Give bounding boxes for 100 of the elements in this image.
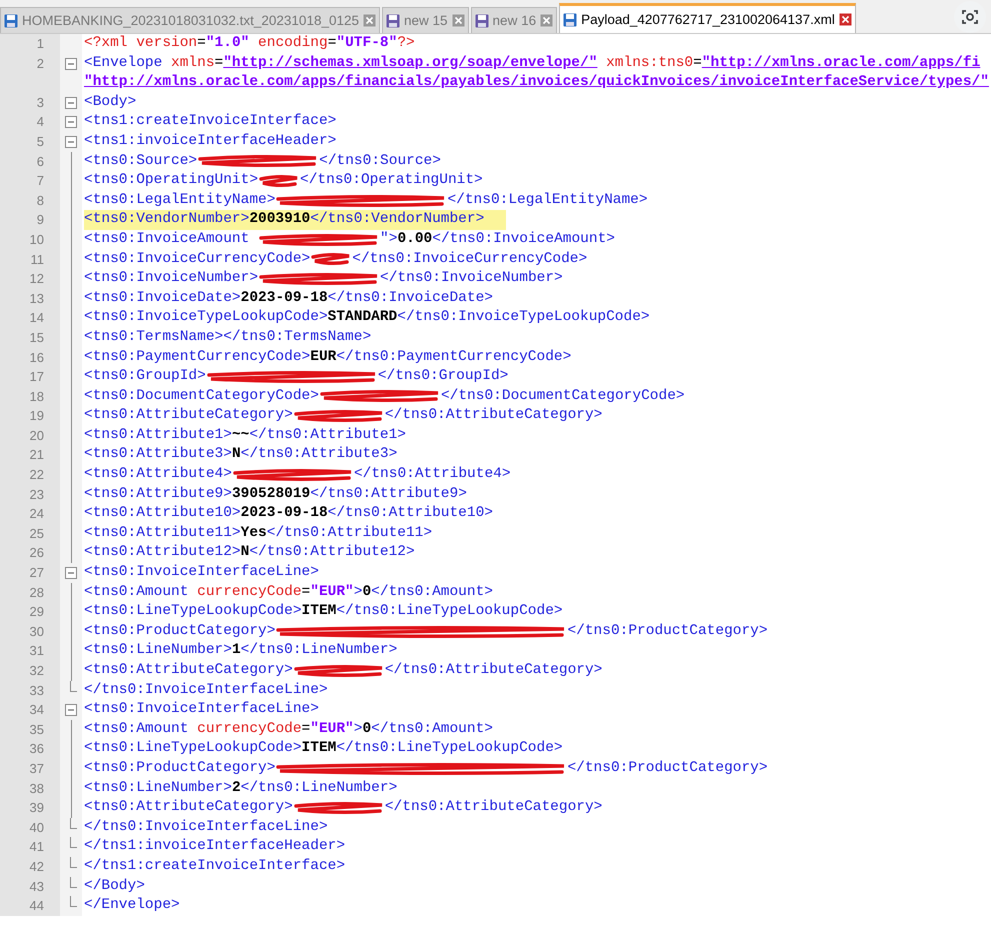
- file-tab[interactable]: new 15: [382, 7, 469, 33]
- xml-tag: </Envelope>: [84, 896, 180, 916]
- close-icon[interactable]: [540, 14, 554, 27]
- fold-toggle-icon[interactable]: [65, 704, 77, 716]
- xml-tag: <tns0:InvoiceNumber>: [84, 269, 258, 289]
- xml-tag: </tns0:AttributeCategory>: [384, 661, 602, 681]
- xml-tag: <tns0:LineTypeLookupCode>: [84, 602, 302, 622]
- fold-end-line: [70, 818, 77, 829]
- xml-tag: </tns0:LineNumber>: [240, 641, 398, 661]
- line-number: 40: [30, 820, 44, 835]
- line-number: 15: [30, 330, 44, 345]
- xml-tag: </tns0:Amount>: [371, 582, 493, 602]
- xml-tag: </tns0:OperatingUnit>: [300, 171, 483, 191]
- xml-tag: </tns0:Attribute12>: [249, 543, 415, 564]
- line-number: 13: [30, 290, 44, 306]
- line-number: 16: [30, 350, 44, 364]
- line-number: 6: [36, 154, 44, 169]
- fold-toggle-icon[interactable]: [65, 136, 77, 148]
- element-value: N: [232, 445, 241, 464]
- xml-tag: <tns0:Attribute11>: [84, 524, 241, 544]
- fold-end-line: [70, 856, 77, 868]
- attribute-name: currencyCode: [197, 582, 302, 602]
- element-value: ITEM: [302, 602, 336, 622]
- element-value: 1: [232, 641, 241, 660]
- xml-tag: >: [354, 720, 362, 740]
- url-value: "http://schemas.xmlsoap.org/soap/envelope/": [223, 54, 598, 73]
- xml-tag: <tns1:invoiceInterfaceHeader>: [84, 132, 336, 152]
- attribute-value: "EUR": [310, 582, 354, 602]
- line-number: 11: [30, 252, 44, 267]
- xml-tag: </tns0:Amount>: [371, 720, 493, 740]
- line-number: 3: [36, 94, 44, 110]
- close-icon[interactable]: [452, 14, 465, 27]
- xml-tag: <tns0:ProductCategory>: [84, 622, 276, 642]
- close-icon[interactable]: [838, 13, 852, 26]
- xml-tag: </tns0:Source>: [319, 152, 441, 172]
- equals-sign: =: [302, 720, 310, 739]
- fold-end-line: [70, 896, 77, 908]
- xml-tag: <tns0:AttributeCategory>: [84, 661, 293, 681]
- xml-tag: </tns0:Attribute3>: [240, 445, 398, 466]
- xml-tag: </tns0:PaymentCurrencyCode>: [336, 348, 572, 368]
- file-tab[interactable]: Payload_4207762717_231002064137.xml: [559, 3, 856, 33]
- xml-tag: <tns0:Attribute12>: [84, 543, 241, 564]
- line-number: 12: [30, 271, 44, 286]
- equals-sign: =: [693, 54, 702, 73]
- attribute-name: currencyCode: [197, 720, 302, 739]
- xml-tag: </tns0:InvoiceInterfaceLine>: [84, 818, 328, 838]
- line-number: 33: [30, 682, 44, 698]
- xml-declaration: ?>: [397, 34, 415, 53]
- close-icon[interactable]: [363, 14, 376, 27]
- xml-tag: </tns0:InvoiceAmount>: [432, 230, 615, 250]
- xml-tag: <tns0:GroupId>: [84, 367, 206, 387]
- xml-tag: </tns0:DocumentCategoryCode>: [440, 386, 685, 406]
- xml-tag: <tns0:VendorNumber>: [84, 210, 250, 230]
- xml-tag: <tns0:InvoiceInterfaceLine>: [84, 700, 319, 720]
- xml-tag: >: [354, 582, 362, 602]
- xml-tag: <Body>: [84, 92, 136, 112]
- xml-tag: <Envelope: [84, 54, 172, 74]
- xml-tag: </tns0:LineNumber>: [240, 778, 398, 798]
- attribute-name: version: [136, 34, 198, 53]
- line-number: 17: [30, 369, 44, 384]
- xml-tag: </tns0:Attribute10>: [328, 504, 493, 524]
- line-number: 23: [30, 486, 44, 502]
- line-number: 2: [36, 56, 44, 71]
- xml-tag: <tns0:Attribute4>: [84, 465, 232, 485]
- element-value: N: [240, 543, 250, 562]
- fold-toggle-icon[interactable]: [65, 116, 77, 128]
- xml-tag: </tns0:Attribute9>: [310, 484, 467, 504]
- line-number: 26: [30, 545, 44, 560]
- xml-tag: <tns0:Source>: [84, 152, 198, 172]
- xml-tag: </tns0:LineTypeLookupCode>: [336, 602, 563, 622]
- xml-declaration: <?xml: [84, 34, 129, 53]
- fold-toggle-icon[interactable]: [65, 567, 77, 580]
- fold-toggle-icon[interactable]: [65, 96, 77, 109]
- xml-tag: <tns0:Amount: [84, 582, 198, 602]
- url-value: "http://xmlns.oracle.com/apps/fi: [702, 54, 980, 73]
- fold-end-line: [70, 837, 77, 848]
- attribute-name: xmlns:tns0: [605, 54, 694, 73]
- xml-tag: </tns0:InvoiceDate>: [328, 288, 493, 308]
- file-tab[interactable]: HOMEBANKING_20231018031032.txt_20231018_0125: [0, 7, 380, 33]
- xml-tag: <tns0:OperatingUnit>: [84, 171, 258, 191]
- line-number: 22: [30, 467, 44, 482]
- xml-tag: </tns0:InvoiceNumber>: [380, 269, 563, 289]
- xml-tag: <tns0:Amount: [84, 720, 198, 740]
- line-number: 21: [30, 447, 44, 462]
- line-number: 1: [36, 36, 44, 51]
- file-tab[interactable]: new 16: [470, 7, 558, 33]
- xml-tag: <tns0:InvoiceAmount: [84, 230, 258, 250]
- xml-tag: </tns1:createInvoiceInterface>: [84, 856, 346, 877]
- xml-tag: <tns0:DocumentCategoryCode>: [84, 386, 319, 406]
- fold-toggle-icon[interactable]: [65, 58, 77, 70]
- url-value: "http://xmlns.oracle.com/apps/financials/payables/invoices/quickInvoices/invoiceInterfaceService/types/": [84, 74, 989, 90]
- xml-tag: </tns0:InvoiceCurrencyCode>: [352, 250, 588, 270]
- xml-tag: <tns0:PaymentCurrencyCode>: [84, 348, 310, 368]
- element-value: STANDARD: [328, 308, 398, 328]
- line-number: 35: [30, 722, 44, 737]
- line-number: 5: [36, 134, 44, 149]
- line-number: 24: [30, 506, 44, 522]
- xml-tag: </tns0:GroupId>: [378, 367, 508, 387]
- xml-tag: <tns0:Attribute9>: [84, 484, 232, 504]
- element-value: 0: [362, 582, 372, 602]
